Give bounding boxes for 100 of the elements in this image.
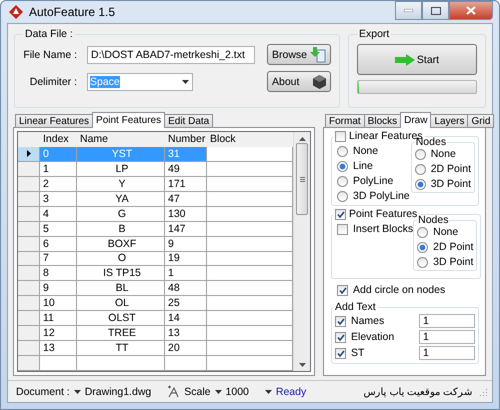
radio-label: 3D PolyLine [353, 190, 410, 202]
column-header[interactable]: Name [77, 132, 165, 147]
radio-label: 3D Point [430, 178, 471, 190]
minimize-icon [404, 9, 413, 12]
group-title: Export [358, 28, 390, 40]
table-cell: 130 [165, 206, 207, 222]
checkbox[interactable] [337, 284, 348, 296]
tab[interactable]: Draw [400, 112, 432, 128]
tab[interactable]: Blocks [364, 114, 402, 128]
checkbox-label: Names [351, 315, 384, 327]
table-cell: 9 [165, 236, 207, 252]
caret-icon [74, 390, 81, 394]
table-cell: 47 [165, 192, 207, 207]
tab[interactable]: Linear Features [15, 114, 94, 128]
radio-button[interactable] [414, 164, 426, 174]
file-name-field[interactable]: D:\DOST ABAD7-metrkeshi_2.txt [87, 46, 255, 64]
table-cell: YST [77, 146, 165, 162]
checkbox[interactable] [335, 348, 346, 358]
text-size-field[interactable]: 1 [419, 346, 475, 360]
checkbox[interactable] [335, 130, 346, 142]
radio-button[interactable] [337, 160, 348, 172]
app-icon [9, 5, 23, 19]
radio-label: 3D Point [433, 256, 474, 268]
radio-button[interactable] [417, 256, 428, 268]
column-header[interactable]: Block [207, 132, 293, 147]
radio-button[interactable] [337, 146, 348, 156]
radio-button[interactable] [417, 242, 428, 252]
tab[interactable]: Format [325, 114, 365, 128]
table-cell: 147 [165, 222, 207, 237]
scrollbar[interactable] [293, 132, 310, 371]
scale-value: 1000 [226, 386, 249, 398]
radio-button[interactable] [414, 148, 426, 160]
maximize-icon [430, 6, 440, 14]
status-label: Document : [16, 386, 70, 398]
import-icon [310, 46, 326, 62]
table-cell [40, 356, 77, 371]
radio-label: None [430, 148, 456, 160]
table-cell: BL [77, 281, 165, 296]
table-cell: 25 [165, 296, 207, 312]
close-icon [466, 6, 476, 15]
window-title: AutoFeature 1.5 [29, 5, 116, 19]
checkbox[interactable] [337, 224, 348, 234]
column-header[interactable]: Index [40, 132, 77, 147]
start-button[interactable]: Start [357, 44, 477, 75]
table-cell: 8 [40, 266, 77, 282]
checkbox[interactable] [335, 208, 346, 220]
radio-label: 2D Point [433, 241, 474, 253]
table-cell: 3 [40, 192, 77, 207]
table-cell: 31 [165, 146, 207, 162]
tab[interactable]: Point Features [92, 112, 166, 128]
table-cell: 19 [165, 252, 207, 266]
radio-button[interactable] [414, 178, 426, 190]
radio-button[interactable] [337, 190, 348, 202]
caret-icon [214, 390, 222, 394]
caret-icon [182, 80, 189, 84]
table-cell: TREE [77, 326, 165, 342]
maximize-button[interactable] [422, 1, 449, 20]
browse-button[interactable]: Browse [267, 44, 331, 65]
radio-label: PolyLine [353, 175, 394, 187]
table-cell: OL [77, 296, 165, 312]
table-cell: 0 [40, 146, 77, 162]
cube-icon [313, 74, 326, 88]
radio-button[interactable] [337, 176, 348, 186]
group-title: Data File : [24, 28, 74, 40]
table-cell: 10 [40, 296, 77, 312]
radio-button[interactable] [417, 226, 428, 238]
status-text: Ready [276, 386, 306, 398]
tab[interactable]: Grid [467, 114, 494, 128]
company-name: شرکت موقعیت یاب پارس [364, 386, 472, 398]
table-cell: B [77, 222, 165, 237]
table-cell: YA [77, 192, 165, 207]
table-cell [165, 356, 207, 371]
row-header[interactable] [18, 146, 40, 162]
checkbox[interactable] [335, 332, 346, 342]
scroll-thumb[interactable] [296, 143, 308, 215]
table-cell: 9 [40, 281, 77, 296]
table-cell: LP [77, 162, 165, 177]
document-name: Drawing1.dwg [84, 386, 152, 398]
about-button[interactable]: About [267, 71, 331, 92]
table-cell: 48 [165, 281, 207, 296]
text-size-field[interactable]: 1 [419, 314, 475, 328]
table-cell: 12 [40, 326, 77, 342]
close-button[interactable] [449, 1, 493, 20]
table-cell: Y [77, 176, 165, 192]
table-cell: 49 [165, 162, 207, 177]
radio-label: 2D Point [430, 163, 471, 175]
caret-icon [264, 390, 272, 394]
scroll-up-icon[interactable] [298, 137, 306, 141]
group-title: Add Text [335, 301, 376, 313]
checkbox[interactable] [335, 316, 346, 326]
checkbox-label: Point Features [349, 208, 418, 220]
grip-icon [300, 176, 304, 182]
tab[interactable]: Layers [430, 114, 468, 128]
table-cell: 11 [40, 311, 77, 326]
text-size-field[interactable]: 1 [419, 330, 475, 344]
column-header[interactable]: Number [165, 132, 207, 147]
table-cell: 2 [40, 176, 77, 192]
tab[interactable]: Edit Data [164, 114, 214, 128]
current-row-icon [26, 150, 30, 158]
scroll-down-icon[interactable] [298, 363, 306, 367]
